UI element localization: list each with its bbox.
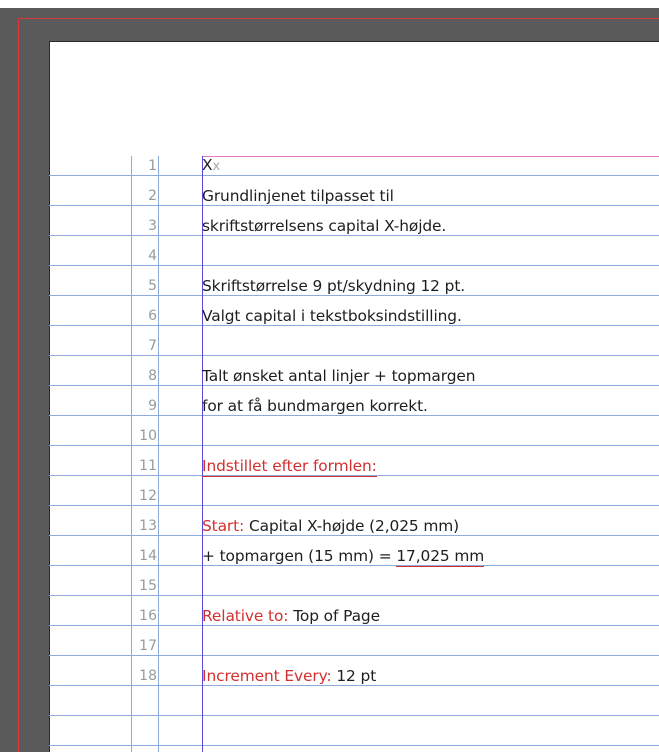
line-number: 10: [139, 428, 157, 444]
capital-x-sample: X: [202, 156, 213, 174]
baseline-grid-line: [49, 445, 659, 446]
bleed-guide-left: [18, 18, 19, 752]
baseline-grid-line: [49, 745, 659, 746]
text-frame-edge: [202, 156, 203, 752]
text-line-6[interactable]: Valgt capital i tekstboksindstilling.: [202, 306, 462, 326]
line-number: 4: [148, 248, 157, 264]
start-label: Start:: [202, 517, 245, 535]
baseline-grid-line: [49, 265, 659, 266]
line-number: 11: [139, 458, 157, 474]
line-number: 14: [139, 548, 157, 564]
page-edge-top: [49, 41, 659, 42]
text-line-13[interactable]: Start: Capital X-højde (2,025 mm): [202, 516, 459, 536]
text-line-2[interactable]: Grundlinjenet tilpasset til: [202, 186, 394, 206]
top-strip: [0, 0, 659, 8]
line-number: 13: [139, 518, 157, 534]
line-number: 1: [148, 158, 157, 174]
formula-result: 17,025 mm: [396, 547, 485, 567]
start-value: Capital X-højde (2,025 mm): [244, 517, 460, 535]
line-number: 18: [139, 668, 157, 684]
increment-every-label: Increment Every:: [202, 667, 332, 685]
bleed-guide-top: [18, 18, 659, 19]
topmargin-formula: + topmargen (15 mm) =: [202, 547, 397, 565]
text-line-9[interactable]: for at få bundmargen korrekt.: [202, 396, 428, 416]
line-number-column-left: [131, 156, 132, 752]
line-number: 7: [148, 338, 157, 354]
top-margin-guide: [202, 156, 659, 157]
baseline-grid-line: [49, 175, 659, 176]
line-number: 3: [148, 218, 157, 234]
line-number: 8: [148, 368, 157, 384]
text-line-14[interactable]: + topmargen (15 mm) = 17,025 mm: [202, 546, 485, 567]
line-number: 2: [148, 188, 157, 204]
baseline-grid-line: [49, 715, 659, 716]
relative-to-label: Relative to:: [202, 607, 289, 625]
line-number: 5: [148, 278, 157, 294]
relative-to-value: Top of Page: [288, 607, 380, 625]
page-edge-left: [49, 41, 50, 752]
line-number: 6: [148, 308, 157, 324]
line-number: 17: [139, 638, 157, 654]
increment-every-value: 12 pt: [331, 667, 377, 685]
text-line-5[interactable]: Skriftstørrelse 9 pt/skydning 12 pt.: [202, 276, 465, 296]
text-line-18[interactable]: Increment Every: 12 pt: [202, 666, 376, 686]
text-line-8[interactable]: Talt ønsket antal linjer + topmargen: [202, 366, 476, 386]
text-line-1[interactable]: Xx: [202, 155, 220, 177]
line-number: 16: [139, 608, 157, 624]
line-number: 15: [139, 578, 157, 594]
line-number: 12: [139, 488, 157, 504]
text-line-3[interactable]: skriftstørrelsens capital X-højde.: [202, 216, 446, 236]
formula-heading: Indstillet efter formlen:: [202, 457, 377, 477]
text-line-16[interactable]: Relative to: Top of Page: [202, 606, 380, 626]
baseline-grid-line: [49, 655, 659, 656]
baseline-grid-line: [49, 505, 659, 506]
text-line-11[interactable]: Indstillet efter formlen:: [202, 456, 377, 477]
lowercase-x-sample: x: [212, 159, 221, 174]
line-number-column-right: [158, 156, 159, 752]
line-number: 9: [148, 398, 157, 414]
baseline-grid-line: [49, 595, 659, 596]
baseline-grid-line: [49, 355, 659, 356]
